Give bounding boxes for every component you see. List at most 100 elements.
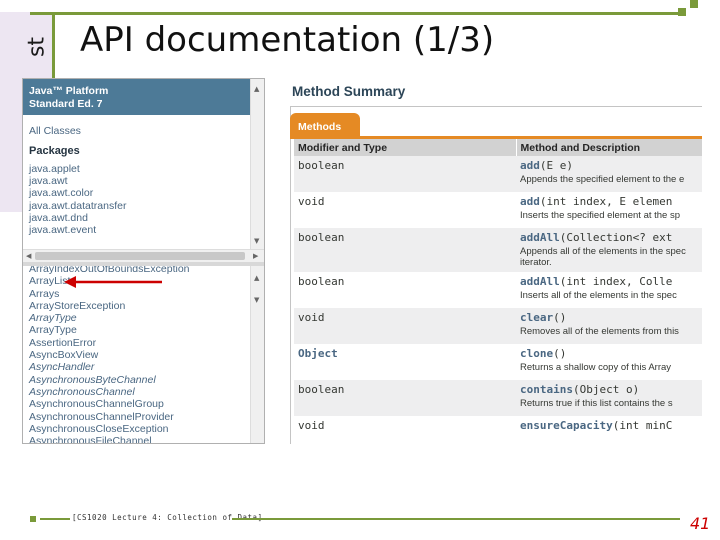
package-link[interactable]: java.awt.color (29, 187, 258, 199)
method-name-link[interactable]: ensureCapacity (520, 419, 613, 432)
packages-heading: Packages (29, 145, 80, 157)
column-header-modifier: Modifier and Type (294, 139, 517, 156)
class-list: ArrayIndexOutOfBoundsException ArrayList A… (23, 266, 264, 443)
method-params: (int minC (612, 419, 673, 432)
return-type[interactable]: Object (298, 347, 338, 360)
return-type: void (298, 195, 325, 208)
slide-title: API documentation (1/3) (80, 20, 495, 60)
class-link[interactable]: AsynchronousChannelGroup (29, 398, 258, 410)
method-params: () (553, 347, 567, 360)
modifier-cell: boolean (294, 228, 516, 272)
modifier-cell: boolean (294, 272, 516, 308)
scroll-up-icon[interactable]: ▲ (254, 274, 259, 282)
tab-methods[interactable]: Methods (290, 113, 360, 137)
method-row: boolean add(E e) Appends the specified ele… (294, 156, 702, 192)
scrollbar-thumb[interactable] (35, 252, 245, 260)
modifier-cell: boolean (294, 156, 516, 192)
package-link[interactable]: java.awt.event (29, 224, 258, 236)
packages-pane: Java™ Platform Standard Ed. 7 All Classe… (23, 79, 264, 262)
method-summary-title: Method Summary (292, 84, 406, 99)
method-description: Returns true if this list contains the s (520, 398, 673, 409)
method-cell: add(E e) Appends the specified element to… (516, 156, 702, 192)
method-name-link[interactable]: addAll (520, 231, 560, 244)
top-accent-square (690, 0, 698, 8)
package-link[interactable]: java.applet (29, 163, 258, 175)
return-type: void (298, 419, 325, 432)
horizontal-scrollbar[interactable]: ◀ ▶ (23, 249, 264, 262)
method-params: () (553, 311, 567, 324)
method-summary-frame: Method Summary Methods Modifier and Type… (282, 78, 702, 444)
method-description: Appends the specified element to the e (520, 174, 685, 185)
top-accent-line (30, 12, 678, 15)
vertical-scrollbar[interactable]: ▲ ▼ (250, 266, 264, 443)
class-link[interactable]: AsynchronousChannelProvider (29, 411, 258, 423)
side-label: st (24, 36, 50, 58)
class-link[interactable]: AsynchronousFileChannel (29, 435, 258, 443)
method-name-link[interactable]: clear (520, 311, 553, 324)
method-name-link[interactable]: add (520, 159, 540, 172)
method-description: Returns a shallow copy of this Array (520, 362, 672, 373)
column-header-method: Method and Description (516, 139, 702, 156)
method-row: boolean addAll(int index, Colle Inserts al… (294, 272, 702, 308)
class-link[interactable]: AsynchronousChannel (29, 386, 258, 398)
method-description: Inserts all of the elements in the spec (520, 290, 677, 301)
modifier-cell: boolean (294, 380, 516, 416)
method-name-link[interactable]: addAll (520, 275, 560, 288)
package-link[interactable]: java.awt (29, 175, 258, 187)
pointer-arrow-icon (64, 276, 162, 288)
method-cell: ensureCapacity(int minC (516, 416, 702, 436)
class-link[interactable]: AsyncHandler (29, 361, 258, 373)
method-row: void clear() Removes all of the elements f… (294, 308, 702, 344)
return-type: void (298, 311, 325, 324)
method-params: (int index, E elemen (539, 195, 673, 208)
method-row: boolean contains(Object o) Returns true if… (294, 380, 702, 416)
page-number: 41 (690, 514, 711, 533)
return-type: boolean (298, 231, 345, 244)
scroll-down-icon[interactable]: ▼ (254, 237, 259, 245)
method-description: Inserts the specified element at the sp (520, 210, 681, 221)
method-name-link[interactable]: add (520, 195, 540, 208)
method-row: void ensureCapacity(int minC (294, 416, 702, 436)
modifier-cell: void (294, 192, 516, 228)
class-link[interactable]: ArrayType (29, 312, 258, 324)
method-cell: clear() Removes all of the elements from … (516, 308, 702, 344)
method-description: Appends all of the elements in the spec (520, 246, 686, 257)
scroll-right-icon[interactable]: ▶ (253, 252, 258, 260)
method-description: iterator. (520, 257, 552, 268)
classes-pane: ArrayIndexOutOfBoundsException ArrayList A… (23, 266, 264, 443)
method-row: boolean addAll(Collection<? ext Appends al… (294, 228, 702, 272)
package-link[interactable]: java.awt.datatransfer (29, 200, 258, 212)
class-link[interactable]: AsyncBoxView (29, 349, 258, 361)
modifier-cell: void (294, 416, 516, 436)
class-link[interactable]: AsynchronousByteChannel (29, 374, 258, 386)
footer-accent-line (232, 518, 680, 520)
return-type: boolean (298, 159, 345, 172)
scroll-left-icon[interactable]: ◀ (26, 252, 31, 260)
method-params: (E e) (539, 159, 573, 172)
return-type: boolean (298, 275, 345, 288)
class-link[interactable]: ArrayStoreException (29, 300, 258, 312)
vertical-scrollbar[interactable]: ▲ ▼ (250, 79, 264, 249)
method-cell: contains(Object o) Returns true if this l… (516, 380, 702, 416)
footer-accent-line (40, 518, 70, 520)
return-type: boolean (298, 383, 345, 396)
method-params: (Collection<? ext (559, 231, 673, 244)
footer-accent-square (30, 516, 36, 522)
method-params: (int index, Colle (559, 275, 673, 288)
class-link[interactable]: ArrayType (29, 324, 258, 336)
package-link[interactable]: java.awt.dnd (29, 212, 258, 224)
method-name-link[interactable]: contains (520, 383, 573, 396)
method-row: void add(int index, E elemen Inserts the s… (294, 192, 702, 228)
all-classes-link[interactable]: All Classes (23, 115, 264, 137)
scroll-up-icon[interactable]: ▲ (254, 85, 259, 93)
scroll-down-icon[interactable]: ▼ (254, 296, 259, 304)
class-link[interactable]: AssertionError (29, 337, 258, 349)
method-name-link[interactable]: clone (520, 347, 553, 360)
method-cell: addAll(Collection<? ext Appends all of th… (516, 228, 702, 272)
class-link[interactable]: AsynchronousCloseException (29, 423, 258, 435)
method-table: Modifier and Type Method and Description… (294, 139, 702, 436)
top-accent-square (678, 8, 686, 16)
method-params: (Object o) (572, 383, 640, 396)
method-description: Removes all of the elements from this (520, 326, 679, 337)
package-list: java.applet java.awt java.awt.color java.aw… (23, 163, 264, 236)
